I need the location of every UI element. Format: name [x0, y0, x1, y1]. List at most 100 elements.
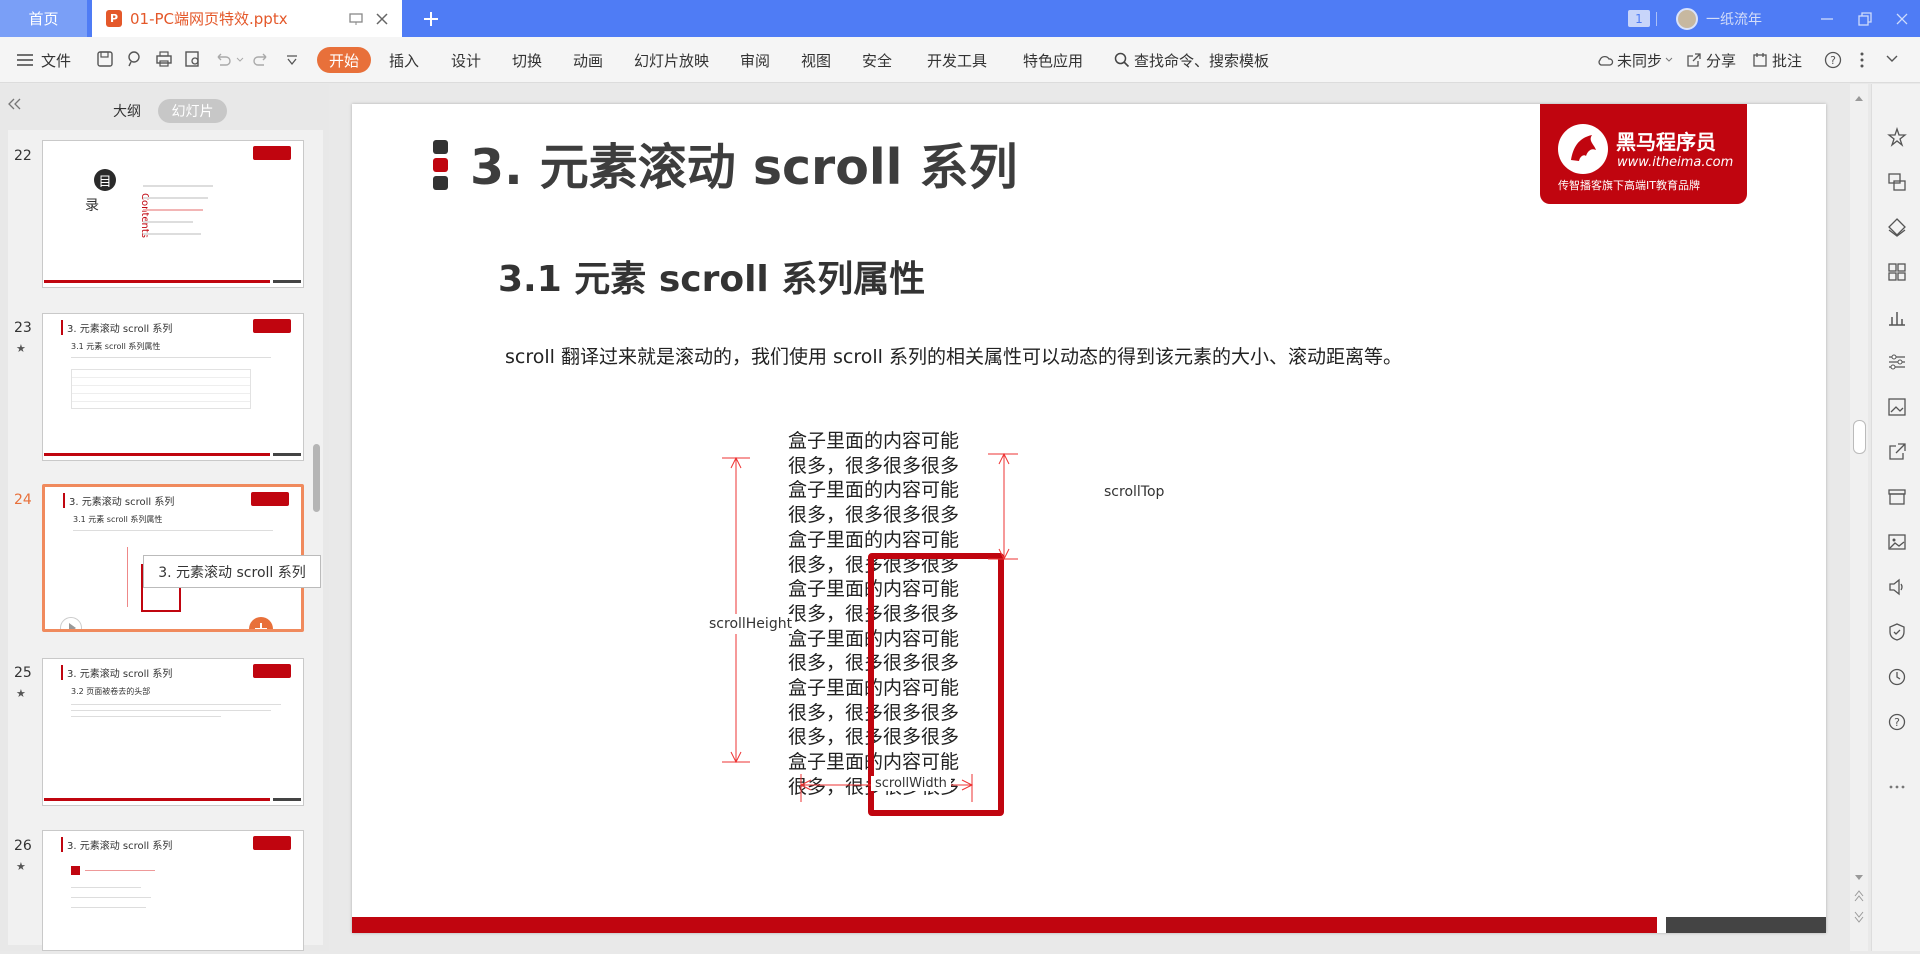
menu-review[interactable]: 审阅	[740, 37, 770, 83]
menu-insert[interactable]: 插入	[389, 37, 419, 83]
menu-features[interactable]: 特色应用	[1023, 37, 1083, 83]
slide-canvas[interactable]: 3. 元素滚动 scroll 系列 黑马程序员 www.itheima.com …	[352, 104, 1826, 933]
tab-outline[interactable]: 大纲	[106, 99, 148, 123]
picture-gallery-icon[interactable]	[1887, 397, 1907, 417]
tab-home[interactable]: 首页	[0, 0, 87, 37]
menu-animation[interactable]: 动画	[573, 37, 603, 83]
thumb-title: 3. 元素滚动 scroll 系列	[61, 837, 172, 852]
new-tab-icon[interactable]	[420, 8, 442, 30]
print-preview-icon[interactable]	[184, 50, 202, 68]
chart-icon[interactable]	[1887, 307, 1907, 327]
scrollbar-thumb[interactable]	[1853, 420, 1866, 454]
undo-dropdown-icon[interactable]	[236, 57, 244, 63]
brand-name: 黑马程序员	[1616, 130, 1716, 154]
thumbnail-tooltip: 3. 元素滚动 scroll 系列	[143, 555, 321, 588]
minimize-icon[interactable]	[1818, 10, 1836, 28]
main-scrollbar[interactable]	[1850, 84, 1868, 951]
menu-transition[interactable]: 切换	[512, 37, 542, 83]
slide-thumbnail-23[interactable]: 3. 元素滚动 scroll 系列 3.1 元素 scroll 系列属性	[42, 313, 304, 461]
command-search[interactable]: 查找命令、搜索模板	[1114, 37, 1269, 83]
add-slide-button[interactable]	[249, 617, 273, 629]
logo-mini	[253, 664, 291, 678]
thumb-text-line	[71, 704, 281, 705]
help-icon[interactable]: ?	[1824, 51, 1842, 69]
slide-thumbnail-22[interactable]: 目 录 Contents	[42, 140, 304, 288]
layers-icon[interactable]	[1887, 217, 1907, 237]
print-icon[interactable]	[155, 50, 173, 68]
menu-security[interactable]: 安全	[862, 37, 892, 83]
comment-button[interactable]: 批注	[1752, 37, 1802, 83]
divider	[1656, 12, 1657, 26]
export-icon[interactable]	[1887, 442, 1907, 462]
help-icon[interactable]: ?	[1887, 712, 1907, 732]
brand-url: www.itheima.com	[1617, 155, 1734, 170]
title-marker-middle	[433, 158, 448, 172]
shield-check-icon[interactable]	[1887, 622, 1907, 642]
slide-footer-bar	[352, 917, 1657, 933]
thumbnail-scrollbar[interactable]	[313, 444, 320, 512]
menu-view[interactable]: 视图	[801, 37, 831, 83]
avatar[interactable]	[1676, 8, 1698, 30]
slide-thumbnail-26[interactable]: 3. 元素滚动 scroll 系列	[42, 830, 304, 951]
menu-developer[interactable]: 开发工具	[927, 37, 987, 83]
pin-window-icon[interactable]	[348, 11, 364, 27]
close-window-icon[interactable]	[1893, 10, 1911, 28]
logo-mini	[251, 492, 289, 506]
share-button[interactable]: 分享	[1686, 37, 1736, 83]
image-icon[interactable]	[1887, 532, 1907, 552]
format-painter-icon[interactable]	[126, 50, 144, 68]
file-menu[interactable]: 文件	[16, 37, 71, 83]
sync-status[interactable]: 未同步	[1596, 37, 1673, 83]
toc-line	[143, 209, 203, 211]
slide-number-active: 24	[14, 492, 32, 508]
brand-tagline: 传智播客旗下高端IT教育品牌	[1558, 179, 1700, 192]
scroll-up-icon	[1855, 96, 1863, 101]
tab-slides[interactable]: 幻灯片	[158, 99, 227, 123]
close-tab-icon[interactable]	[374, 11, 390, 27]
title-bar: 首页 P 01-PC端网页特效.pptx 1 一纸流年	[0, 0, 1920, 37]
redo-icon[interactable]	[252, 50, 270, 68]
undo-icon[interactable]	[214, 50, 232, 68]
menu-design[interactable]: 设计	[451, 37, 481, 83]
history-icon[interactable]	[1887, 667, 1907, 687]
grid-icon[interactable]	[1887, 262, 1907, 282]
settings-sliders-icon[interactable]	[1887, 352, 1907, 372]
save-icon[interactable]	[96, 50, 114, 68]
scroll-down-icon	[1855, 875, 1863, 880]
thumb-table	[71, 369, 251, 409]
more-options-icon[interactable]	[1859, 51, 1865, 69]
more-tools-icon[interactable]	[1887, 777, 1907, 797]
svg-text:?: ?	[1830, 54, 1836, 67]
thumb-subtitle: 3.2 页面被卷去的头部	[71, 687, 151, 696]
collapse-panel-icon[interactable]	[7, 98, 23, 110]
audio-icon[interactable]	[1887, 577, 1907, 597]
user-name[interactable]: 一纸流年	[1706, 9, 1762, 29]
toc-line	[143, 185, 213, 187]
tab-document[interactable]: P 01-PC端网页特效.pptx	[92, 0, 402, 37]
prev-slide-icon	[1854, 890, 1864, 902]
animation-icon[interactable]	[1887, 127, 1907, 147]
pptx-file-icon: P	[106, 10, 122, 27]
archive-icon[interactable]	[1887, 487, 1907, 507]
thumb-subtitle: 3.1 元素 scroll 系列属性	[73, 515, 163, 524]
menu-start[interactable]: 开始	[317, 47, 372, 73]
restore-icon[interactable]	[1856, 10, 1874, 28]
menu-slideshow[interactable]: 幻灯片放映	[634, 37, 709, 83]
toc-line	[143, 221, 193, 223]
toc-label: 录	[85, 198, 99, 214]
animation-star-icon: ★	[16, 687, 26, 700]
slide-thumbnail-25[interactable]: 3. 元素滚动 scroll 系列 3.2 页面被卷去的头部	[42, 658, 304, 806]
page-count-badge[interactable]: 1	[1628, 10, 1650, 27]
play-slide-button[interactable]	[60, 617, 82, 629]
thumb-title: 3. 元素滚动 scroll 系列	[61, 320, 172, 335]
customize-toolbar-icon[interactable]	[286, 54, 298, 66]
search-icon	[1114, 52, 1130, 68]
collapse-ribbon-icon[interactable]	[1885, 54, 1899, 66]
slide-number: 22	[14, 148, 32, 164]
slide-footer-dark	[1666, 917, 1826, 933]
slide-switch-icon[interactable]	[1887, 172, 1907, 192]
slide-footer-dark	[273, 280, 301, 283]
sync-label: 未同步	[1617, 51, 1663, 70]
logo-mini	[253, 319, 291, 333]
diagram-arrows	[722, 452, 1018, 802]
